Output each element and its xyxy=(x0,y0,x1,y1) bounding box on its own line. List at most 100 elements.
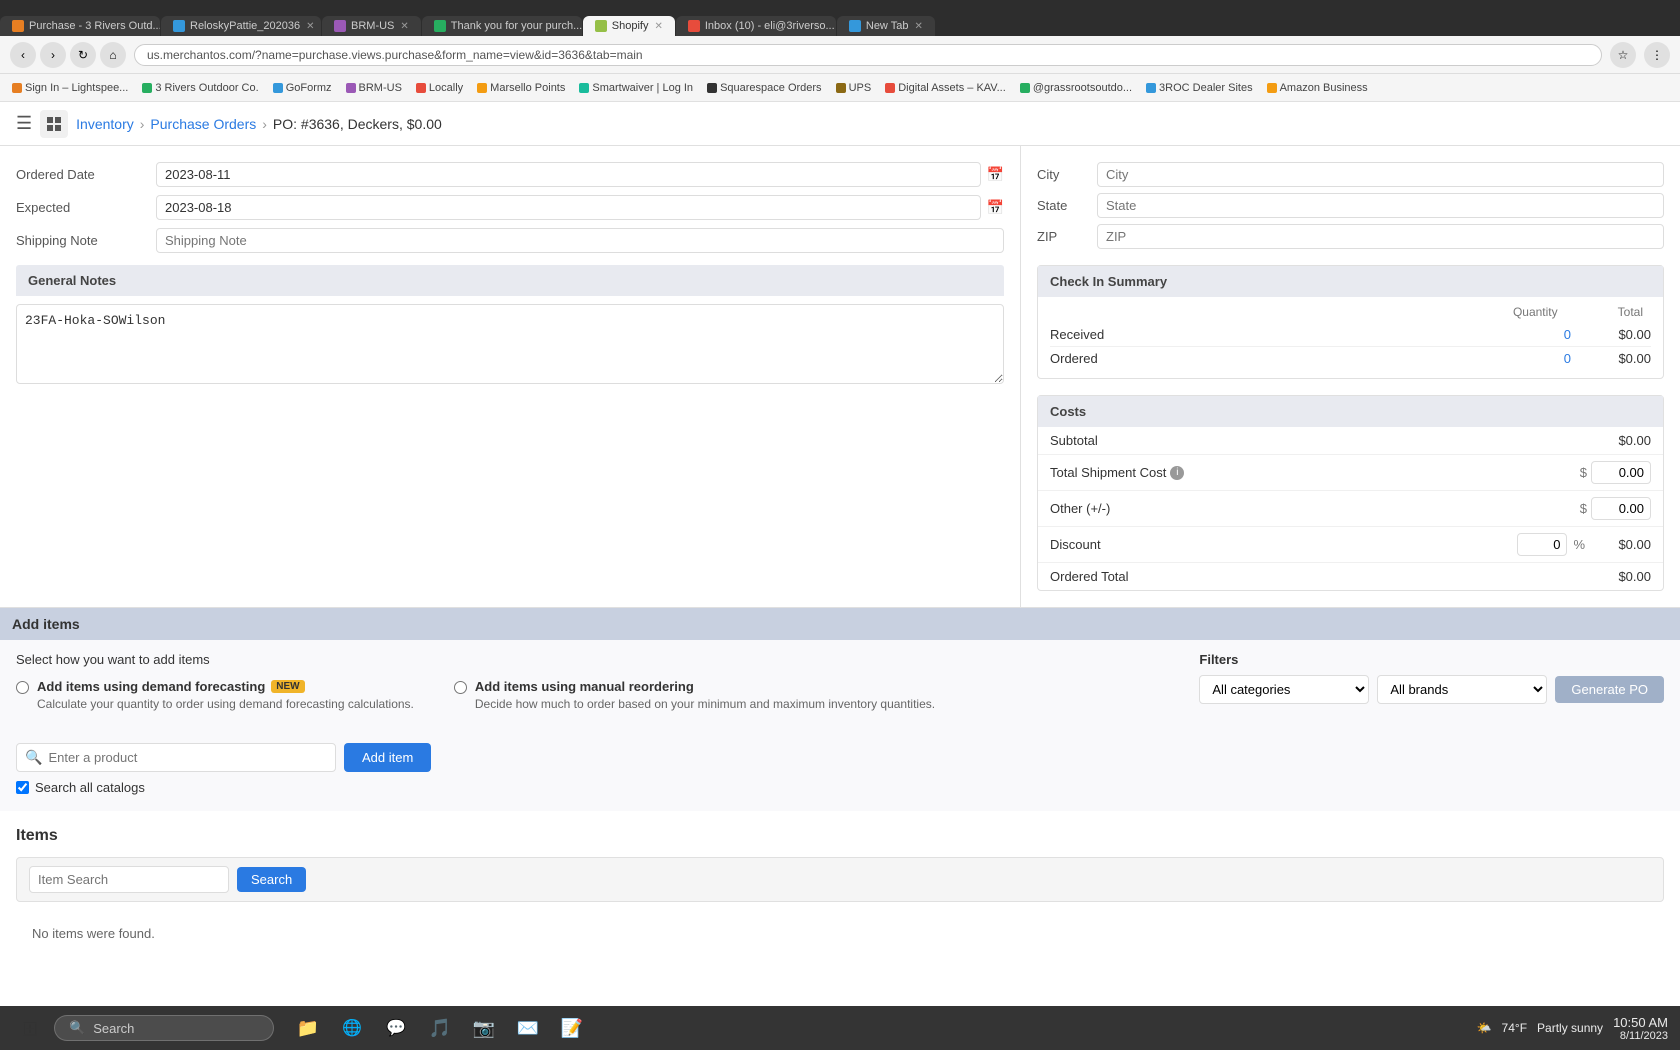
add-items-body: Select how you want to add items Add ite… xyxy=(0,652,1680,811)
product-search-input[interactable] xyxy=(42,744,327,771)
weather-desc: Partly sunny xyxy=(1537,1021,1603,1035)
shipment-value-input[interactable] xyxy=(1591,461,1651,484)
items-section: Items Search No items were found. xyxy=(0,811,1680,973)
general-notes-textarea[interactable]: 23FA-Hoka-SOWilson xyxy=(16,304,1004,384)
tab-shopify[interactable]: Shopify ✕ xyxy=(583,16,675,36)
bookmark-3rivers[interactable]: 3 Rivers Outdoor Co. xyxy=(138,80,262,96)
tab-purchase[interactable]: Purchase - 3 Rivers Outd... ✕ xyxy=(0,16,160,36)
tab-close-newtab[interactable]: ✕ xyxy=(914,21,922,32)
bookmark-favicon xyxy=(142,83,152,93)
start-button[interactable]: ⊞ xyxy=(12,1010,48,1046)
tab-relosky[interactable]: ReloskyPattie_202036 ✕ xyxy=(161,16,321,36)
bookmark-goformz[interactable]: GoFormz xyxy=(269,80,336,96)
discount-qty-input[interactable] xyxy=(1517,533,1567,556)
radio-manual-input[interactable] xyxy=(454,681,467,694)
other-value-input[interactable] xyxy=(1591,497,1651,520)
home-button[interactable]: ⌂ xyxy=(100,42,126,68)
hamburger-menu[interactable]: ☰ xyxy=(16,113,32,134)
search-all-catalogs-checkbox[interactable] xyxy=(16,781,29,794)
items-header-text: Items xyxy=(16,827,1664,845)
taskbar-app-word[interactable]: 📝 xyxy=(552,1008,592,1048)
breadcrumb: Inventory › Purchase Orders › PO: #3636,… xyxy=(76,116,442,132)
breadcrumb-purchase-orders[interactable]: Purchase Orders xyxy=(150,116,256,132)
state-input[interactable] xyxy=(1097,193,1664,218)
discount-value: $0.00 xyxy=(1591,537,1651,552)
address-section: City State ZIP xyxy=(1037,162,1664,249)
radio-manual-content: Add items using manual reordering Decide… xyxy=(475,679,935,711)
shipping-note-input[interactable] xyxy=(156,228,1004,253)
general-notes-section: General Notes 23FA-Hoka-SOWilson xyxy=(16,265,1004,387)
city-input[interactable] xyxy=(1097,162,1664,187)
tab-favicon xyxy=(595,20,607,32)
tab-newtab[interactable]: New Tab ✕ xyxy=(837,16,935,36)
discount-pct-symbol: % xyxy=(1573,537,1585,552)
bookmark-grassroots[interactable]: @grassrootsoutdo... xyxy=(1016,80,1136,96)
product-search-wrap: 🔍 xyxy=(16,743,336,772)
tab-inbox[interactable]: Inbox (10) - eli@3riverso... ✕ xyxy=(676,16,836,36)
ordered-date-input[interactable] xyxy=(156,162,981,187)
generate-po-button[interactable]: Generate PO xyxy=(1555,676,1664,703)
costs-header: Costs xyxy=(1038,396,1663,427)
tab-brm[interactable]: BRM-US ✕ xyxy=(322,16,421,36)
radio-option-manual[interactable]: Add items using manual reordering Decide… xyxy=(454,679,935,711)
bookmark-ups[interactable]: UPS xyxy=(832,80,876,96)
check-in-summary-section: Check In Summary Quantity Total Received… xyxy=(1037,265,1664,379)
ordered-date-calendar-icon[interactable]: 📅 xyxy=(987,166,1004,183)
taskbar-app-teams[interactable]: 💬 xyxy=(376,1008,416,1048)
search-all-catalogs-label[interactable]: Search all catalogs xyxy=(35,780,145,795)
back-button[interactable]: ‹ xyxy=(10,42,36,68)
tab-close-shopify[interactable]: ✕ xyxy=(654,21,662,32)
bookmark-favicon xyxy=(1146,83,1156,93)
bookmark-button[interactable]: ☆ xyxy=(1610,42,1636,68)
items-search-button[interactable]: Search xyxy=(237,867,306,892)
radio-manual-label: Add items using manual reordering xyxy=(475,679,935,694)
bookmark-favicon xyxy=(346,83,356,93)
extension-button[interactable]: ⋮ xyxy=(1644,42,1670,68)
url-bar[interactable]: us.merchantos.com/?name=purchase.views.p… xyxy=(134,44,1602,66)
tab-favicon xyxy=(12,20,24,32)
shipment-info-icon[interactable]: i xyxy=(1170,466,1184,480)
tab-thankyou[interactable]: Thank you for your purch... ✕ xyxy=(422,16,582,36)
general-notes-header: General Notes xyxy=(16,265,1004,296)
filters-section: Filters All categories All brands Genera… xyxy=(1199,652,1664,704)
bookmark-brmUS[interactable]: BRM-US xyxy=(342,80,406,96)
bookmark-amazon[interactable]: Amazon Business xyxy=(1263,80,1372,96)
reload-button[interactable]: ↻ xyxy=(70,42,96,68)
brand-select[interactable]: All brands xyxy=(1377,675,1547,704)
taskbar-app-explorer[interactable]: 📁 xyxy=(288,1008,328,1048)
expected-input[interactable] xyxy=(156,195,981,220)
radio-demand-input[interactable] xyxy=(16,681,29,694)
ordered-date-row: Ordered Date 📅 xyxy=(16,162,1004,187)
bookmark-locally[interactable]: Locally xyxy=(412,80,467,96)
taskbar-app-mail[interactable]: ✉️ xyxy=(508,1008,548,1048)
expected-calendar-icon[interactable]: 📅 xyxy=(987,199,1004,216)
bookmark-3roc[interactable]: 3ROC Dealer Sites xyxy=(1142,80,1257,96)
add-item-button[interactable]: Add item xyxy=(344,743,431,772)
discount-label: Discount xyxy=(1050,537,1517,552)
taskbar-app-music[interactable]: 🎵 xyxy=(420,1008,460,1048)
bookmark-favicon xyxy=(836,83,846,93)
category-select[interactable]: All categories xyxy=(1199,675,1369,704)
bookmark-smartwaiver[interactable]: Smartwaiver | Log In xyxy=(575,80,697,96)
city-row: City xyxy=(1037,162,1664,187)
address-bar: ‹ › ↻ ⌂ us.merchantos.com/?name=purchase… xyxy=(0,36,1680,74)
costs-section: Costs Subtotal $0.00 Total Shipment Cost… xyxy=(1037,395,1664,591)
taskbar-app-camera[interactable]: 📷 xyxy=(464,1008,504,1048)
forward-button[interactable]: › xyxy=(40,42,66,68)
tab-close-relosky[interactable]: ✕ xyxy=(306,21,314,32)
bookmark-favicon xyxy=(707,83,717,93)
bookmark-squarespace[interactable]: Squarespace Orders xyxy=(703,80,826,96)
bookmark-signin[interactable]: Sign In – Lightspee... xyxy=(8,80,132,96)
taskbar-search[interactable]: 🔍 Search xyxy=(54,1015,274,1041)
radio-option-demand[interactable]: Add items using demand forecasting NEW C… xyxy=(16,679,414,711)
quantity-col-header: Quantity xyxy=(1513,305,1558,319)
bookmark-digital-assets[interactable]: Digital Assets – KAV... xyxy=(881,80,1010,96)
tab-close-brm[interactable]: ✕ xyxy=(400,21,408,32)
zip-input[interactable] xyxy=(1097,224,1664,249)
tab-favicon xyxy=(173,20,185,32)
other-symbol: $ xyxy=(1580,501,1587,516)
breadcrumb-inventory[interactable]: Inventory xyxy=(76,116,134,132)
bookmark-marsello[interactable]: Marsello Points xyxy=(473,80,569,96)
items-search-input[interactable] xyxy=(29,866,229,893)
taskbar-app-chrome[interactable]: 🌐 xyxy=(332,1008,372,1048)
